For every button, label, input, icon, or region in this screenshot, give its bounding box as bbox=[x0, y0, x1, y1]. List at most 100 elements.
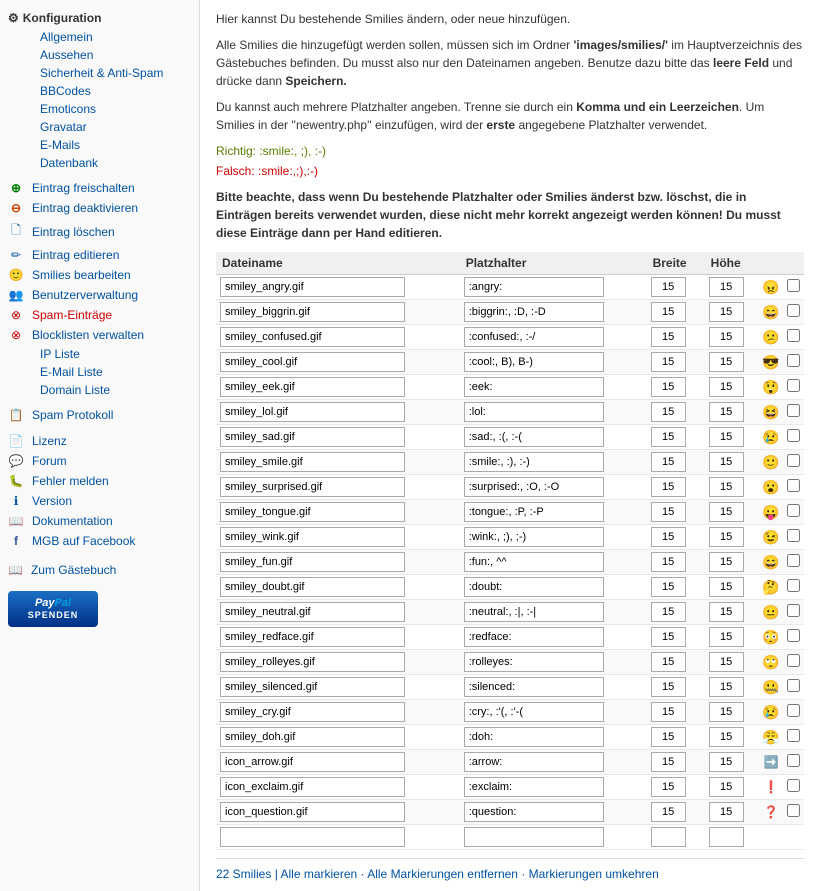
height-input[interactable] bbox=[709, 652, 744, 672]
width-input[interactable] bbox=[651, 502, 686, 522]
row-checkbox[interactable] bbox=[787, 504, 800, 517]
sidebar-item-aussehen[interactable]: Aussehen bbox=[16, 46, 199, 64]
height-input[interactable] bbox=[709, 702, 744, 722]
sidebar-action-editieren[interactable]: ✏ Eintrag editieren bbox=[0, 245, 199, 265]
placeholder-input-new[interactable] bbox=[464, 827, 604, 847]
width-input[interactable] bbox=[651, 577, 686, 597]
width-input[interactable] bbox=[651, 452, 686, 472]
row-checkbox[interactable] bbox=[787, 779, 800, 792]
width-input[interactable] bbox=[651, 352, 686, 372]
row-checkbox[interactable] bbox=[787, 729, 800, 742]
sidebar-item-emails[interactable]: E-Mails bbox=[16, 136, 199, 154]
placeholder-input[interactable] bbox=[464, 777, 604, 797]
row-checkbox[interactable] bbox=[787, 754, 800, 767]
height-input[interactable] bbox=[709, 327, 744, 347]
placeholder-input[interactable] bbox=[464, 752, 604, 772]
filename-input[interactable] bbox=[220, 752, 405, 772]
height-input[interactable] bbox=[709, 602, 744, 622]
filename-input[interactable] bbox=[220, 727, 405, 747]
placeholder-input[interactable] bbox=[464, 377, 604, 397]
filename-input[interactable] bbox=[220, 327, 405, 347]
sidebar-item-allgemein[interactable]: Allgemein bbox=[16, 28, 199, 46]
row-checkbox[interactable] bbox=[787, 354, 800, 367]
sidebar-action-deaktivieren[interactable]: ⊖ Eintrag deaktivieren bbox=[0, 198, 199, 218]
height-input[interactable] bbox=[709, 427, 744, 447]
placeholder-input[interactable] bbox=[464, 802, 604, 822]
placeholder-input[interactable] bbox=[464, 477, 604, 497]
placeholder-input[interactable] bbox=[464, 602, 604, 622]
width-input[interactable] bbox=[651, 327, 686, 347]
filename-input[interactable] bbox=[220, 652, 405, 672]
height-input[interactable] bbox=[709, 452, 744, 472]
row-checkbox[interactable] bbox=[787, 279, 800, 292]
alle-entfernen-link[interactable]: Alle Markierungen entfernen bbox=[367, 867, 518, 881]
width-input[interactable] bbox=[651, 652, 686, 672]
filename-input[interactable] bbox=[220, 577, 405, 597]
sidebar-action-lizenz[interactable]: 📄 Lizenz bbox=[0, 431, 199, 451]
sidebar-action-blocklisten[interactable]: ⊗ Blocklisten verwalten bbox=[0, 325, 199, 345]
filename-input[interactable] bbox=[220, 302, 405, 322]
width-input[interactable] bbox=[651, 402, 686, 422]
width-input[interactable] bbox=[651, 527, 686, 547]
row-checkbox[interactable] bbox=[787, 554, 800, 567]
filename-input[interactable] bbox=[220, 277, 405, 297]
placeholder-input[interactable] bbox=[464, 452, 604, 472]
placeholder-input[interactable] bbox=[464, 352, 604, 372]
umkehren-link[interactable]: Markierungen umkehren bbox=[529, 867, 659, 881]
height-input[interactable] bbox=[709, 677, 744, 697]
row-checkbox[interactable] bbox=[787, 379, 800, 392]
sidebar-action-dokumentation[interactable]: 📖 Dokumentation bbox=[0, 511, 199, 531]
filename-input[interactable] bbox=[220, 677, 405, 697]
height-input[interactable] bbox=[709, 752, 744, 772]
width-input[interactable] bbox=[651, 702, 686, 722]
filename-input[interactable] bbox=[220, 527, 405, 547]
row-checkbox[interactable] bbox=[787, 679, 800, 692]
height-input[interactable] bbox=[709, 402, 744, 422]
width-input[interactable] bbox=[651, 627, 686, 647]
height-input[interactable] bbox=[709, 527, 744, 547]
height-input[interactable] bbox=[709, 377, 744, 397]
placeholder-input[interactable] bbox=[464, 577, 604, 597]
height-input[interactable] bbox=[709, 302, 744, 322]
placeholder-input[interactable] bbox=[464, 552, 604, 572]
filename-input[interactable] bbox=[220, 802, 405, 822]
row-checkbox[interactable] bbox=[787, 704, 800, 717]
placeholder-input[interactable] bbox=[464, 402, 604, 422]
placeholder-input[interactable] bbox=[464, 627, 604, 647]
sidebar-action-loeschen[interactable]: 🗋 Eintrag löschen bbox=[0, 218, 199, 245]
sidebar-item-ip-liste[interactable]: IP Liste bbox=[16, 345, 199, 363]
width-input[interactable] bbox=[651, 302, 686, 322]
sidebar-item-datenbank[interactable]: Datenbank bbox=[16, 154, 199, 172]
filename-input[interactable] bbox=[220, 627, 405, 647]
width-input[interactable] bbox=[651, 552, 686, 572]
filename-input[interactable] bbox=[220, 777, 405, 797]
sidebar-item-email-liste[interactable]: E-Mail Liste bbox=[16, 363, 199, 381]
width-input[interactable] bbox=[651, 427, 686, 447]
row-checkbox[interactable] bbox=[787, 404, 800, 417]
placeholder-input[interactable] bbox=[464, 702, 604, 722]
sidebar-action-fehler[interactable]: 🐛 Fehler melden bbox=[0, 471, 199, 491]
row-checkbox[interactable] bbox=[787, 329, 800, 342]
width-input[interactable] bbox=[651, 602, 686, 622]
filename-input-new[interactable] bbox=[220, 827, 405, 847]
row-checkbox[interactable] bbox=[787, 654, 800, 667]
sidebar-action-forum[interactable]: 💬 Forum bbox=[0, 451, 199, 471]
height-input[interactable] bbox=[709, 552, 744, 572]
row-checkbox[interactable] bbox=[787, 529, 800, 542]
placeholder-input[interactable] bbox=[464, 527, 604, 547]
sidebar-action-freischalten[interactable]: ⊕ Eintrag freischalten bbox=[0, 178, 199, 198]
height-input[interactable] bbox=[709, 502, 744, 522]
height-input[interactable] bbox=[709, 277, 744, 297]
alle-markieren-link[interactable]: Alle markieren bbox=[281, 867, 358, 881]
filename-input[interactable] bbox=[220, 477, 405, 497]
filename-input[interactable] bbox=[220, 552, 405, 572]
placeholder-input[interactable] bbox=[464, 727, 604, 747]
placeholder-input[interactable] bbox=[464, 427, 604, 447]
height-input[interactable] bbox=[709, 352, 744, 372]
filename-input[interactable] bbox=[220, 377, 405, 397]
sidebar-action-benutzer[interactable]: 👥 Benutzerverwaltung bbox=[0, 285, 199, 305]
row-checkbox[interactable] bbox=[787, 429, 800, 442]
sidebar-action-version[interactable]: ℹ Version bbox=[0, 491, 199, 511]
height-input[interactable] bbox=[709, 777, 744, 797]
height-input[interactable] bbox=[709, 802, 744, 822]
